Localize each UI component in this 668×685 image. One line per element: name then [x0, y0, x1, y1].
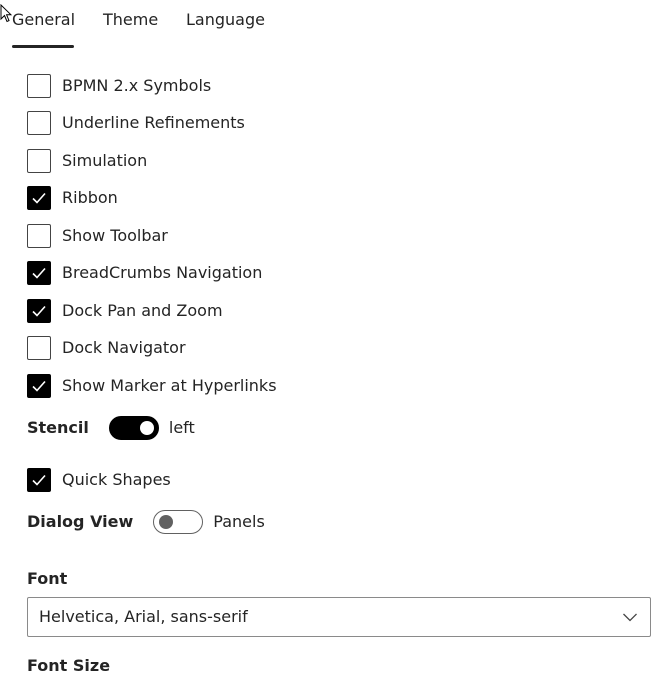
option-simulation[interactable]: Simulation — [27, 148, 147, 174]
checkbox[interactable] — [27, 374, 51, 398]
option-show-marker-at-hyperlinks[interactable]: Show Marker at Hyperlinks — [27, 373, 277, 399]
option-dock-navigator[interactable]: Dock Navigator — [27, 335, 186, 361]
tab-language[interactable]: Language — [186, 10, 265, 30]
checkbox[interactable] — [27, 336, 51, 360]
option-label: Dock Navigator — [62, 338, 186, 357]
option-label: Ribbon — [62, 188, 118, 207]
option-show-toolbar[interactable]: Show Toolbar — [27, 223, 168, 249]
option-ribbon[interactable]: Ribbon — [27, 185, 118, 211]
checkbox[interactable] — [27, 186, 51, 210]
option-label: Dock Pan and Zoom — [62, 301, 223, 320]
font-size-label: Font Size — [27, 656, 111, 675]
option-bpmn-symbols[interactable]: BPMN 2.x Symbols — [27, 73, 211, 99]
checkbox[interactable] — [27, 468, 51, 492]
option-label: Show Toolbar — [62, 226, 168, 245]
option-label: Simulation — [62, 151, 148, 170]
checkbox[interactable] — [27, 111, 51, 135]
checkmark-icon — [32, 192, 46, 204]
checkbox[interactable] — [27, 74, 51, 98]
checkbox[interactable] — [27, 224, 51, 248]
selected-tab-indicator — [12, 45, 74, 48]
tab-theme[interactable]: Theme — [103, 10, 158, 30]
toggle-knob — [139, 421, 154, 435]
checkmark-icon — [32, 474, 46, 486]
option-label: Quick Shapes — [62, 470, 171, 489]
font-select[interactable]: Helvetica, Arial, sans-serif — [27, 597, 651, 637]
checkmark-icon — [32, 267, 46, 279]
checkmark-icon — [32, 380, 46, 392]
option-quick-shapes[interactable]: Quick Shapes — [27, 467, 171, 493]
chevron-down-icon — [623, 613, 637, 622]
toggle-knob — [159, 515, 174, 529]
option-dock-pan-and-zoom[interactable]: Dock Pan and Zoom — [27, 298, 223, 324]
font-select-value: Helvetica, Arial, sans-serif — [39, 607, 248, 626]
tab-general[interactable]: General — [12, 10, 75, 30]
stencil-label: Stencil — [27, 418, 89, 437]
stencil-toggle[interactable] — [108, 416, 159, 440]
font-label: Font — [27, 569, 68, 588]
option-label: Underline Refinements — [62, 113, 245, 132]
option-label: Show Marker at Hyperlinks — [62, 376, 277, 395]
option-label: BPMN 2.x Symbols — [62, 76, 212, 95]
dialog-view-toggle[interactable] — [153, 510, 204, 534]
stencil-setting: Stencil left — [27, 415, 195, 441]
checkbox[interactable] — [27, 261, 51, 285]
checkbox[interactable] — [27, 299, 51, 323]
option-label: BreadCrumbs Navigation — [62, 263, 263, 282]
settings-panel: General Theme Language BPMN 2.x Symbols … — [0, 0, 668, 685]
checkmark-icon — [32, 305, 46, 317]
dialog-view-setting: Dialog View Panels — [27, 509, 265, 535]
tab-bar: General Theme Language — [0, 0, 668, 48]
stencil-value: left — [168, 418, 195, 437]
dialog-view-label: Dialog View — [27, 512, 134, 531]
checkbox[interactable] — [27, 149, 51, 173]
dialog-view-value: Panels — [213, 512, 265, 531]
option-underline-refinements[interactable]: Underline Refinements — [27, 110, 245, 136]
option-breadcrumbs-navigation[interactable]: BreadCrumbs Navigation — [27, 260, 262, 286]
